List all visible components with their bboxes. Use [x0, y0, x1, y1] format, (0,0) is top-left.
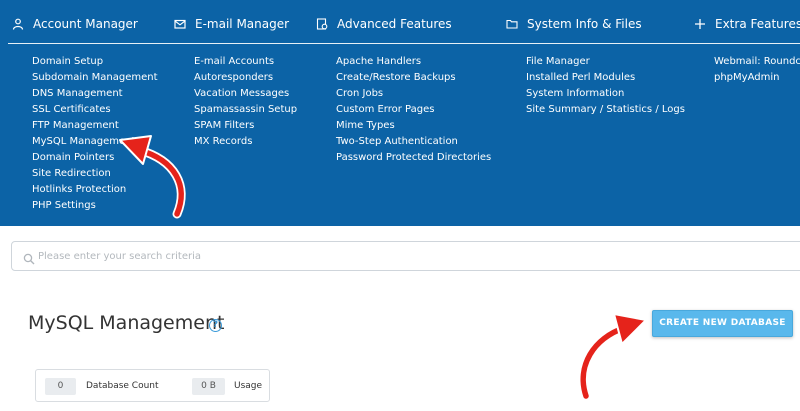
category-system-info-files[interactable]: System Info & Files — [506, 17, 642, 31]
nav-category-bar: Account Manager E-mail Manager Advanced … — [0, 0, 800, 44]
nav-link-dns-management[interactable]: DNS Management — [32, 86, 158, 102]
database-stats-box: 0 Database Count 0 B Usage — [35, 369, 270, 402]
nav-link-domain-setup[interactable]: Domain Setup — [32, 54, 158, 70]
nav-link-apache-handlers[interactable]: Apache Handlers — [336, 54, 491, 70]
annotation-arrow-icon — [578, 313, 647, 401]
plus-icon — [694, 18, 706, 30]
nav-link-phpmyadmin[interactable]: phpMyAdmin — [714, 70, 800, 86]
extra-features-links: Webmail: Roundcube phpMyAdmin — [714, 54, 800, 86]
nav-link-custom-error-pages[interactable]: Custom Error Pages — [336, 102, 491, 118]
search-input[interactable] — [38, 246, 778, 266]
nav-link-spamassassin-setup[interactable]: Spamassassin Setup — [194, 102, 297, 118]
nav-link-ssl-certificates[interactable]: SSL Certificates — [32, 102, 158, 118]
search-bar — [11, 241, 800, 271]
category-account-manager[interactable]: Account Manager — [12, 17, 138, 31]
nav-link-domain-pointers[interactable]: Domain Pointers — [32, 150, 158, 166]
nav-link-webmail-roundcube[interactable]: Webmail: Roundcube — [714, 54, 800, 70]
envelope-icon — [174, 18, 186, 30]
nav-link-installed-perl-modules[interactable]: Installed Perl Modules — [526, 70, 685, 86]
nav-link-php-settings[interactable]: PHP Settings — [32, 198, 158, 214]
nav-divider — [8, 43, 800, 44]
folder-icon — [506, 18, 518, 30]
page-title: MySQL Management — [28, 312, 225, 334]
category-advanced-features[interactable]: Advanced Features — [316, 17, 452, 31]
nav-link-two-step-authentication[interactable]: Two-Step Authentication — [336, 134, 491, 150]
help-icon[interactable]: ? — [209, 319, 222, 332]
database-count-value: 0 — [45, 378, 76, 395]
nav-link-autoresponders[interactable]: Autoresponders — [194, 70, 297, 86]
category-label: Account Manager — [33, 17, 138, 31]
nav-link-site-redirection[interactable]: Site Redirection — [32, 166, 158, 182]
email-manager-links: E-mail Accounts Autoresponders Vacation … — [194, 54, 297, 150]
search-icon — [23, 250, 35, 265]
category-label: Advanced Features — [337, 17, 452, 31]
nav-link-mysql-management[interactable]: MySQL Management — [32, 134, 158, 150]
usage-value: 0 B — [192, 378, 225, 395]
nav-link-vacation-messages[interactable]: Vacation Messages — [194, 86, 297, 102]
nav-link-site-summary[interactable]: Site Summary / Statistics / Logs — [526, 102, 685, 118]
nav-link-cron-jobs[interactable]: Cron Jobs — [336, 86, 491, 102]
nav-link-hotlinks-protection[interactable]: Hotlinks Protection — [32, 182, 158, 198]
nav-link-ftp-management[interactable]: FTP Management — [32, 118, 158, 134]
nav-link-password-protected-directories[interactable]: Password Protected Directories — [336, 150, 491, 166]
nav-link-subdomain-management[interactable]: Subdomain Management — [32, 70, 158, 86]
database-count-label: Database Count — [86, 381, 159, 391]
advanced-features-links: Apache Handlers Create/Restore Backups C… — [336, 54, 491, 166]
category-label: E-mail Manager — [195, 17, 290, 31]
user-icon — [12, 18, 24, 30]
nav-link-mx-records[interactable]: MX Records — [194, 134, 297, 150]
system-info-links: File Manager Installed Perl Modules Syst… — [526, 54, 685, 118]
category-extra-features[interactable]: Extra Features — [694, 17, 800, 31]
category-email-manager[interactable]: E-mail Manager — [174, 17, 289, 31]
top-navigation-menu: Account Manager E-mail Manager Advanced … — [0, 0, 800, 226]
nav-link-file-manager[interactable]: File Manager — [526, 54, 685, 70]
nav-link-email-accounts[interactable]: E-mail Accounts — [194, 54, 297, 70]
gear-doc-icon — [316, 18, 328, 30]
nav-link-system-information[interactable]: System Information — [526, 86, 685, 102]
create-new-database-button[interactable]: CREATE NEW DATABASE — [652, 310, 793, 337]
usage-label: Usage — [234, 381, 263, 391]
nav-link-create-restore-backups[interactable]: Create/Restore Backups — [336, 70, 491, 86]
nav-link-mime-types[interactable]: Mime Types — [336, 118, 491, 134]
account-manager-links: Domain Setup Subdomain Management DNS Ma… — [32, 54, 158, 214]
category-label: Extra Features — [715, 17, 800, 31]
nav-link-spam-filters[interactable]: SPAM Filters — [194, 118, 297, 134]
category-label: System Info & Files — [527, 17, 642, 31]
